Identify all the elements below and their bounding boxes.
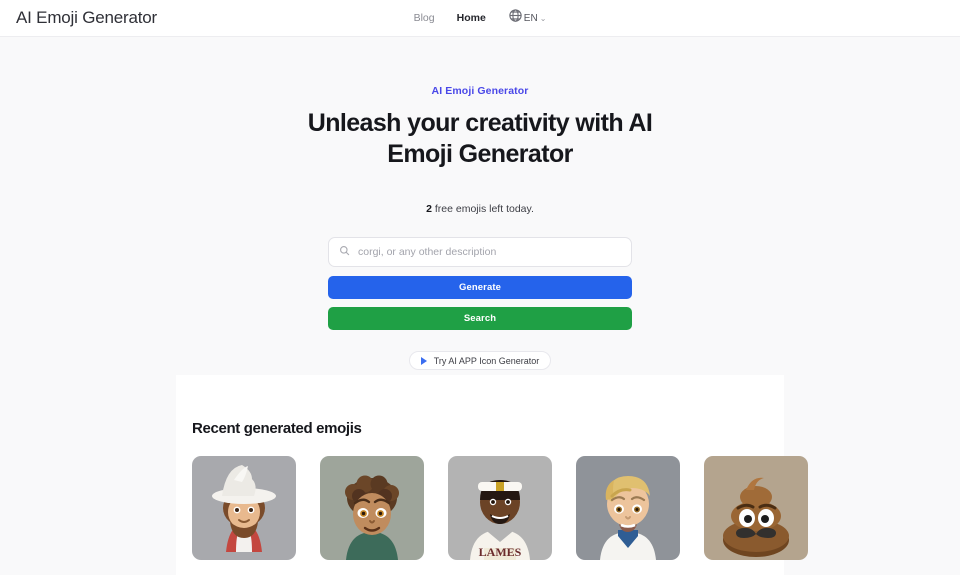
recent-emojis-panel: Recent generated emojis LAMES (176, 375, 808, 575)
emoji-card-poop-mustache[interactable] (704, 456, 808, 560)
emoji-card-wizard-hat-man[interactable] (192, 456, 296, 560)
globe-icon (508, 8, 523, 28)
brand-title: AI Emoji Generator (16, 8, 157, 27)
svg-text:LAMES: LAMES (479, 545, 522, 559)
emoji-card-blond-man-lab-coat[interactable] (576, 456, 680, 560)
generator-form: Generate Search (328, 237, 632, 330)
emoji-card-basketball-player[interactable]: LAMES (448, 456, 552, 560)
language-label: EN (523, 12, 538, 24)
language-selector[interactable]: EN ⌄ (508, 8, 547, 28)
nav-link-blog[interactable]: Blog (414, 12, 435, 24)
nav-link-home[interactable]: Home (457, 12, 486, 24)
quota-status: 2 free emojis left today. (0, 203, 960, 215)
site-header: AI Emoji Generator Blog Home EN ⌄ (0, 0, 960, 37)
hero-eyebrow: AI Emoji Generator (431, 85, 529, 97)
page-title: Unleash your creativity with AI Emoji Ge… (307, 109, 653, 168)
search-button[interactable]: Search (328, 307, 632, 330)
prompt-field-wrapper[interactable] (328, 237, 632, 267)
hero-section: AI Emoji Generator Unleash your creativi… (0, 37, 960, 215)
search-icon (339, 243, 350, 261)
promo-row: Try AI APP Icon Generator (0, 351, 960, 370)
quota-text: free emojis left today. (431, 203, 534, 215)
recent-emoji-grid: LAMES (192, 456, 808, 560)
recent-section-title: Recent generated emojis (192, 420, 362, 437)
try-app-icon-generator-button[interactable]: Try AI APP Icon Generator (408, 351, 552, 370)
prompt-input[interactable] (358, 246, 621, 258)
promo-label: Try AI APP Icon Generator (433, 355, 540, 366)
generate-button[interactable]: Generate (328, 276, 632, 299)
play-triangle-icon (420, 356, 427, 365)
emoji-card-curly-hair-person[interactable] (320, 456, 424, 560)
chevron-down-icon: ⌄ (539, 13, 547, 23)
